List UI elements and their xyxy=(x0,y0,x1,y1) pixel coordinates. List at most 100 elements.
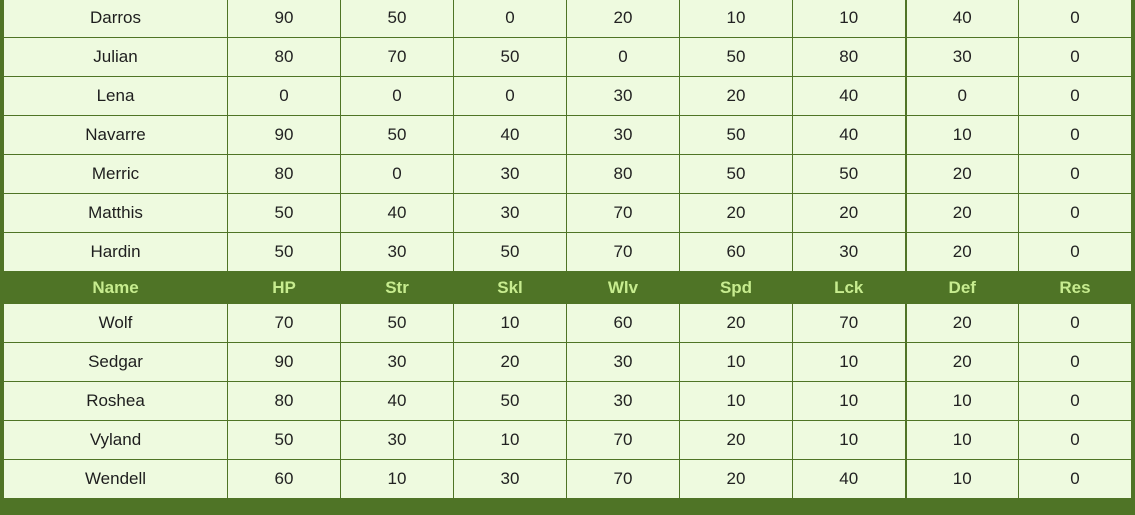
def-cell: 20 xyxy=(905,154,1019,194)
def-cell: 20 xyxy=(905,303,1019,343)
lck-cell: 10 xyxy=(792,342,907,382)
def-cell: 0 xyxy=(905,76,1019,116)
str-cell: 50 xyxy=(340,115,454,155)
lck-cell: 30 xyxy=(792,232,907,272)
skl-cell: 30 xyxy=(453,154,567,194)
skl-cell: 0 xyxy=(453,0,567,38)
res-cell: 0 xyxy=(1018,420,1132,460)
def-cell: 20 xyxy=(905,193,1019,233)
spd-cell: 20 xyxy=(679,76,793,116)
str-cell: 70 xyxy=(340,37,454,77)
str-cell: 40 xyxy=(340,381,454,421)
spd-cell: 10 xyxy=(679,342,793,382)
hp-cell: 90 xyxy=(227,115,341,155)
wlv-cell: 70 xyxy=(566,193,680,233)
lck-cell: 40 xyxy=(792,76,907,116)
res-cell: 0 xyxy=(1018,37,1132,77)
column-header: Skl xyxy=(453,271,567,304)
table-row: Matthis 50 40 30 70 20 20 20 0 xyxy=(3,193,1132,233)
wlv-cell: 30 xyxy=(566,342,680,382)
hp-cell: 0 xyxy=(227,76,341,116)
def-cell: 30 xyxy=(905,37,1019,77)
hp-cell: 50 xyxy=(227,232,341,272)
table-row: Roshea 80 40 50 30 10 10 10 0 xyxy=(3,381,1132,421)
spd-cell: 50 xyxy=(679,154,793,194)
str-cell: 0 xyxy=(340,154,454,194)
def-cell: 20 xyxy=(905,232,1019,272)
column-header: Str xyxy=(340,271,454,304)
str-cell: 30 xyxy=(340,232,454,272)
table-row: Wendell 60 10 30 70 20 40 10 0 xyxy=(3,459,1132,499)
wlv-cell: 30 xyxy=(566,381,680,421)
lck-cell: 10 xyxy=(792,381,907,421)
str-cell: 0 xyxy=(340,76,454,116)
column-header: Name xyxy=(3,271,228,304)
res-cell: 0 xyxy=(1018,381,1132,421)
skl-cell: 10 xyxy=(453,420,567,460)
spd-cell: 20 xyxy=(679,193,793,233)
wlv-cell: 30 xyxy=(566,76,680,116)
lck-cell: 10 xyxy=(792,420,907,460)
character-name-cell: Hardin xyxy=(3,232,228,272)
lck-cell: 40 xyxy=(792,459,907,499)
character-name-cell: Sedgar xyxy=(3,342,228,382)
hp-cell: 80 xyxy=(227,154,341,194)
lck-cell: 20 xyxy=(792,193,907,233)
character-name-cell: Lena xyxy=(3,76,228,116)
hp-cell: 50 xyxy=(227,420,341,460)
spd-cell: 20 xyxy=(679,459,793,499)
skl-cell: 50 xyxy=(453,381,567,421)
skl-cell: 50 xyxy=(453,232,567,272)
spd-cell: 10 xyxy=(679,381,793,421)
str-cell: 40 xyxy=(340,193,454,233)
growth-table-container: Darros 90 50 0 20 10 10 40 0 Julian 80 70 50 0 50 80 30 0… xyxy=(0,0,1135,515)
character-name-cell: Wolf xyxy=(3,303,228,343)
table-row: Darros 90 50 0 20 10 10 40 0 xyxy=(3,0,1132,38)
table-row: Vyland 50 30 10 70 20 10 10 0 xyxy=(3,420,1132,460)
spd-cell: 20 xyxy=(679,303,793,343)
table-row: Lena 0 0 0 30 20 40 0 0 xyxy=(3,76,1132,116)
wlv-cell: 70 xyxy=(566,459,680,499)
skl-cell: 30 xyxy=(453,193,567,233)
table-row: Sedgar 90 30 20 30 10 10 20 0 xyxy=(3,342,1132,382)
hp-cell: 60 xyxy=(227,459,341,499)
res-cell: 0 xyxy=(1018,459,1132,499)
column-header: Spd xyxy=(679,271,793,304)
character-name-cell: Darros xyxy=(3,0,228,38)
table-row: Merric 80 0 30 80 50 50 20 0 xyxy=(3,154,1132,194)
wlv-cell: 0 xyxy=(566,37,680,77)
character-name-cell: Roshea xyxy=(3,381,228,421)
skl-cell: 10 xyxy=(453,303,567,343)
wlv-cell: 70 xyxy=(566,420,680,460)
skl-cell: 30 xyxy=(453,459,567,499)
lck-cell: 80 xyxy=(792,37,907,77)
hp-cell: 90 xyxy=(227,342,341,382)
str-cell: 50 xyxy=(340,303,454,343)
wlv-cell: 30 xyxy=(566,115,680,155)
spd-cell: 50 xyxy=(679,37,793,77)
def-cell: 10 xyxy=(905,115,1019,155)
lck-cell: 10 xyxy=(792,0,907,38)
character-name-cell: Matthis xyxy=(3,193,228,233)
character-name-cell: Wendell xyxy=(3,459,228,499)
spd-cell: 10 xyxy=(679,0,793,38)
character-name-cell: Julian xyxy=(3,37,228,77)
wlv-cell: 70 xyxy=(566,232,680,272)
hp-cell: 50 xyxy=(227,193,341,233)
def-cell: 10 xyxy=(905,381,1019,421)
wlv-cell: 20 xyxy=(566,0,680,38)
res-cell: 0 xyxy=(1018,303,1132,343)
column-header: Def xyxy=(905,271,1019,304)
wlv-cell: 60 xyxy=(566,303,680,343)
character-name-cell: Vyland xyxy=(3,420,228,460)
res-cell: 0 xyxy=(1018,154,1132,194)
hp-cell: 90 xyxy=(227,0,341,38)
character-name-cell: Navarre xyxy=(3,115,228,155)
lck-cell: 50 xyxy=(792,154,907,194)
res-cell: 0 xyxy=(1018,342,1132,382)
table-row: Navarre 90 50 40 30 50 40 10 0 xyxy=(3,115,1132,155)
res-cell: 0 xyxy=(1018,232,1132,272)
res-cell: 0 xyxy=(1018,76,1132,116)
hp-cell: 80 xyxy=(227,381,341,421)
character-name-cell: Merric xyxy=(3,154,228,194)
